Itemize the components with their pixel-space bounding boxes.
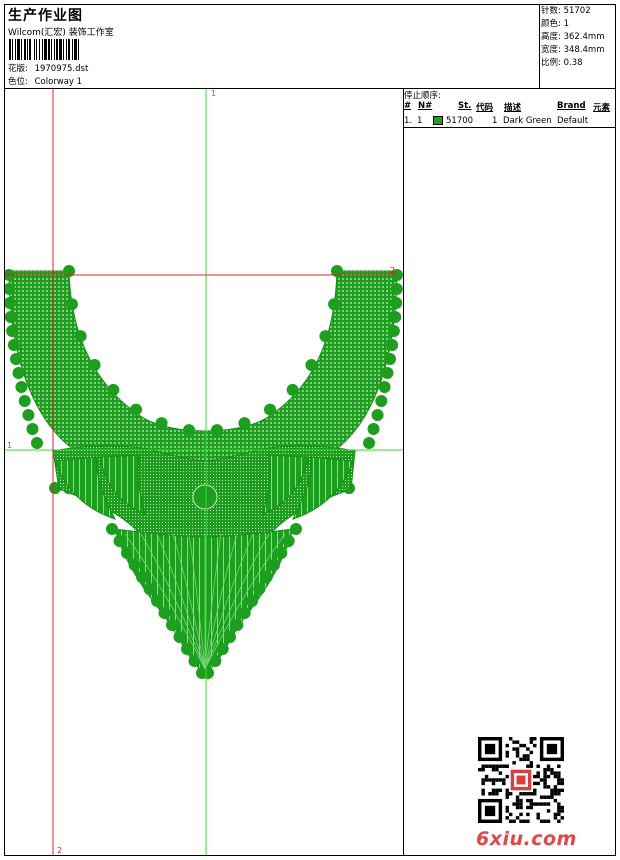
row-code: 1 [492, 116, 498, 126]
center-flower [192, 484, 218, 510]
guide-label-top: 1 [211, 89, 216, 98]
guide-label-right: 2 [390, 266, 395, 275]
row-brand: Default [557, 116, 589, 126]
stat-height: 高度: 362.4mm [541, 32, 605, 42]
stat-stitches: 针数: 51702 [541, 6, 591, 16]
barcode-icon [9, 39, 146, 60]
watermark-logo: 6xiu.com [476, 828, 577, 850]
stat-scale: 比例: 0.38 [541, 58, 583, 68]
col-element: 元素 [593, 103, 611, 113]
design-stats: 针数: 51702 颜色: 1 高度: 362.4mm 宽度: 348.4mm … [541, 5, 615, 70]
pendant [114, 528, 294, 674]
header-divider [539, 5, 540, 88]
col-description: 描述 [504, 103, 522, 113]
qr-code-icon [478, 737, 564, 823]
row-needle: 1 [417, 116, 423, 126]
colorway-label: 色位: [8, 77, 28, 87]
design-preview: 1 1 2 2 [5, 89, 404, 855]
col-needle: N# [418, 101, 433, 111]
row-stitches: 51700 [446, 116, 474, 126]
col-code: 代码 [476, 103, 494, 113]
header: 生产作业图 Wilcom(汇宏) 装饰工作室 花版: 1970975.dst 色… [5, 5, 539, 88]
row-description: Dark Green [503, 116, 552, 126]
panel-rule [404, 127, 615, 128]
stat-colors: 颜色: 1 [541, 19, 569, 29]
colorway-row: 色位: Colorway 1 [8, 75, 82, 87]
guide-label-left: 1 [7, 441, 12, 450]
page-title: 生产作业图 [8, 8, 83, 24]
company-name: Wilcom(汇宏) 装饰工作室 [8, 28, 114, 38]
col-stitches: St. [458, 101, 472, 111]
stat-width: 宽度: 348.4mm [541, 45, 605, 55]
embroidery-design: 1 1 2 2 [5, 89, 403, 855]
design-file-value: 1970975.dst [34, 64, 89, 74]
stop-sequence-title: 停止顺序: [404, 91, 441, 101]
col-number: # [404, 101, 412, 111]
row-number: 1. [404, 116, 413, 126]
col-brand: Brand [557, 101, 586, 111]
design-file-row: 花版: 1970975.dst [8, 62, 88, 74]
design-file-label: 花版: [8, 64, 28, 74]
color-swatch [433, 116, 443, 125]
guide-label-bottom: 2 [57, 846, 62, 855]
colorway-value: Colorway 1 [34, 77, 83, 87]
